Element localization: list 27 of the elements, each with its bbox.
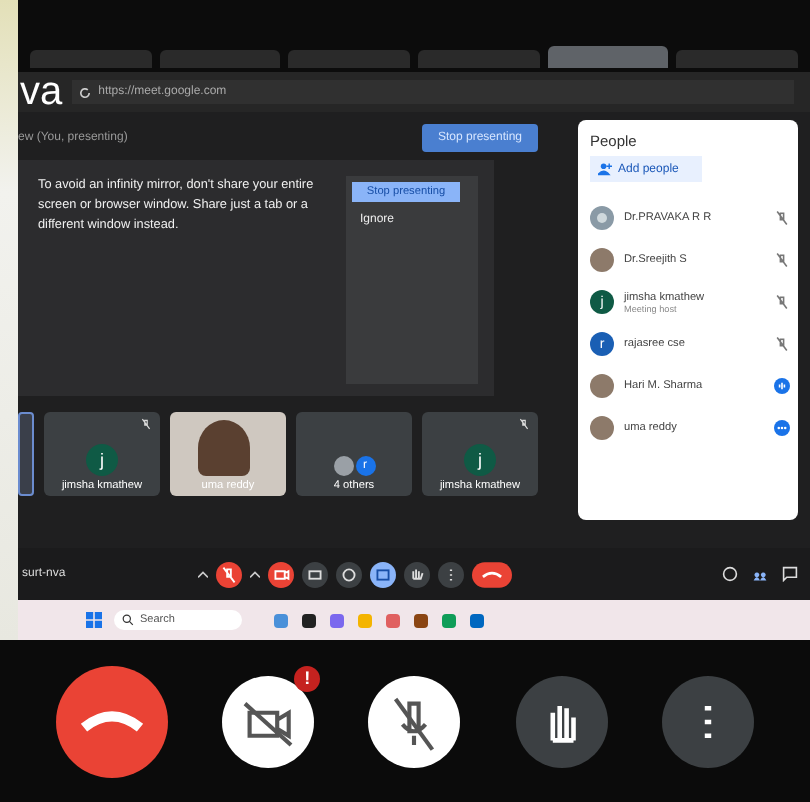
more-icon[interactable]	[774, 420, 790, 436]
end-button-icon[interactable]	[472, 561, 512, 587]
avatar: j	[86, 444, 118, 476]
mic-button-icon[interactable]	[216, 561, 242, 587]
caret-icon[interactable]	[250, 570, 260, 578]
avatar	[590, 416, 614, 440]
avatar: j	[464, 444, 496, 476]
camera-off-button[interactable]	[222, 675, 315, 767]
chat-icon[interactable]	[782, 566, 798, 582]
add-person-icon	[598, 162, 612, 176]
start-icon[interactable]	[86, 612, 102, 628]
avatar	[590, 374, 614, 398]
present-button-icon[interactable]	[370, 561, 396, 587]
search-icon	[122, 614, 134, 626]
camera-button-icon[interactable]	[268, 561, 294, 587]
browser-tab[interactable]	[547, 46, 669, 68]
caret-icon[interactable]	[198, 570, 208, 578]
raise-hand-button[interactable]	[515, 675, 608, 767]
alert-badge: !	[294, 665, 321, 691]
mic-off-button[interactable]	[368, 675, 461, 767]
photo-placeholder	[198, 420, 250, 476]
video-tile	[18, 412, 34, 496]
avatar	[590, 248, 614, 272]
hand-button-icon[interactable]	[404, 561, 430, 587]
reload-icon[interactable]	[78, 85, 93, 99]
captions-button-icon[interactable]	[302, 561, 328, 587]
people-icon[interactable]	[752, 566, 768, 582]
